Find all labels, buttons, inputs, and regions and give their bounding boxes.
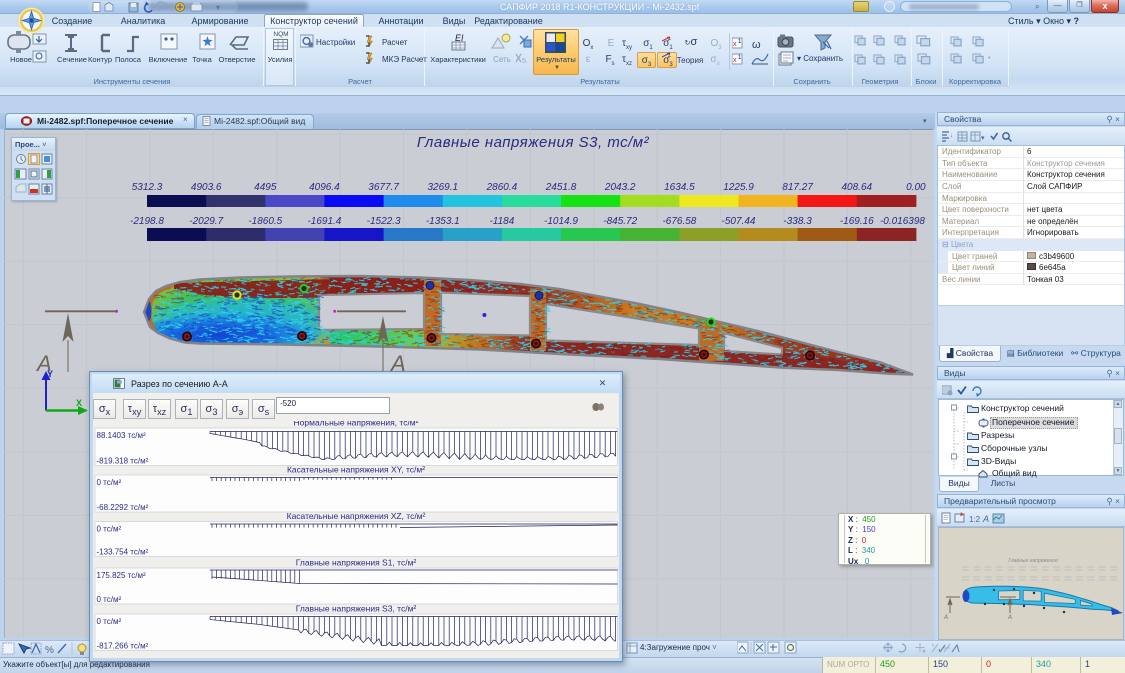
svg-text:1225.9: 1225.9 (723, 182, 754, 193)
svg-text:Касательные напряжения XY, тс/: Касательные напряжения XY, тс/м² (287, 465, 425, 475)
svg-text:-1353.1: -1353.1 (426, 216, 460, 227)
svg-text:4903.6: 4903.6 (191, 182, 222, 193)
svg-text:2860.4: 2860.4 (486, 182, 518, 193)
svg-text:-817.266 тс/м²: -817.266 тс/м² (97, 642, 149, 651)
svg-text:-1691.4: -1691.4 (307, 216, 341, 227)
svg-text:817.27: 817.27 (782, 182, 813, 193)
svg-text:Главные напряжения: Главные напряжения (1008, 558, 1058, 564)
svg-text:A: A (943, 615, 948, 621)
svg-text:Y: Y (47, 369, 53, 379)
svg-text:4495: 4495 (254, 182, 277, 193)
svg-text:1634.5: 1634.5 (664, 182, 695, 193)
svg-text:408.64: 408.64 (842, 182, 873, 193)
svg-text:2451.8: 2451.8 (545, 182, 577, 193)
svg-text:A: A (982, 514, 989, 524)
svg-text:-507.44: -507.44 (722, 216, 756, 227)
svg-text:4096.4: 4096.4 (309, 182, 340, 193)
svg-text:↓: ↓ (950, 133, 953, 139)
svg-text:▾: ▾ (981, 135, 985, 142)
svg-text:2043.2: 2043.2 (604, 182, 636, 193)
svg-text:-338.3: -338.3 (783, 216, 812, 227)
svg-text:-1522.3: -1522.3 (367, 216, 401, 227)
svg-text:-68.2292 тс/м²: -68.2292 тс/м² (97, 503, 149, 512)
svg-text:-676.58: -676.58 (662, 216, 696, 227)
svg-text:0 тс/м²: 0 тс/м² (97, 595, 122, 604)
svg-text:Главные напряжения S1, тс/м²: Главные напряжения S1, тс/м² (296, 558, 417, 568)
svg-text:0 тс/м²: 0 тс/м² (97, 478, 122, 487)
svg-text:175.825 тс/м²: 175.825 тс/м² (97, 571, 146, 580)
svg-text:5312.3: 5312.3 (132, 182, 163, 193)
svg-text:-1860.5: -1860.5 (248, 216, 282, 227)
svg-text:▾: ▾ (216, 3, 220, 12)
svg-text:0.00: 0.00 (906, 182, 926, 193)
svg-text:0 тс/м²: 0 тс/м² (97, 525, 122, 534)
svg-text:A: A (1007, 615, 1012, 621)
svg-text:-2198.8: -2198.8 (130, 216, 164, 227)
svg-text:x: x (733, 57, 737, 64)
svg-text:X: X (76, 398, 82, 408)
svg-text:-1184: -1184 (489, 216, 514, 227)
svg-text:x: x (733, 41, 737, 48)
svg-text:5.: 5. (522, 58, 528, 65)
svg-text:-0.016398: -0.016398 (880, 216, 925, 227)
svg-text:-819.318 тс/м²: -819.318 тс/м² (97, 457, 149, 466)
svg-text:-1014.9: -1014.9 (544, 216, 578, 227)
svg-text:-169.16: -169.16 (840, 216, 874, 227)
svg-text:Главные напряжения S3, тс/м²: Главные напряжения S3, тс/м² (417, 134, 650, 151)
svg-text:3269.1: 3269.1 (428, 182, 459, 193)
svg-text:3677.7: 3677.7 (368, 182, 399, 193)
svg-text:1:2: 1:2 (969, 515, 981, 524)
svg-text:Нормальные напряжения, тс/м²: Нормальные напряжения, тс/м² (294, 421, 419, 428)
svg-text:ω: ω (752, 39, 761, 51)
svg-text:-133.754 тс/м²: -133.754 тс/м² (97, 548, 149, 557)
svg-text:Главные напряжения S3, тс/м²: Главные напряжения S3, тс/м² (296, 604, 417, 614)
svg-text:88.1403 тс/м²: 88.1403 тс/м² (97, 431, 146, 440)
svg-text:%: % (45, 645, 54, 656)
svg-text:0 тс/м²: 0 тс/м² (97, 617, 122, 626)
svg-text:Касательные напряжения XZ, тс/: Касательные напряжения XZ, тс/м² (287, 511, 426, 521)
svg-text:-845.72: -845.72 (603, 216, 637, 227)
svg-text:-2029.7: -2029.7 (189, 216, 223, 227)
